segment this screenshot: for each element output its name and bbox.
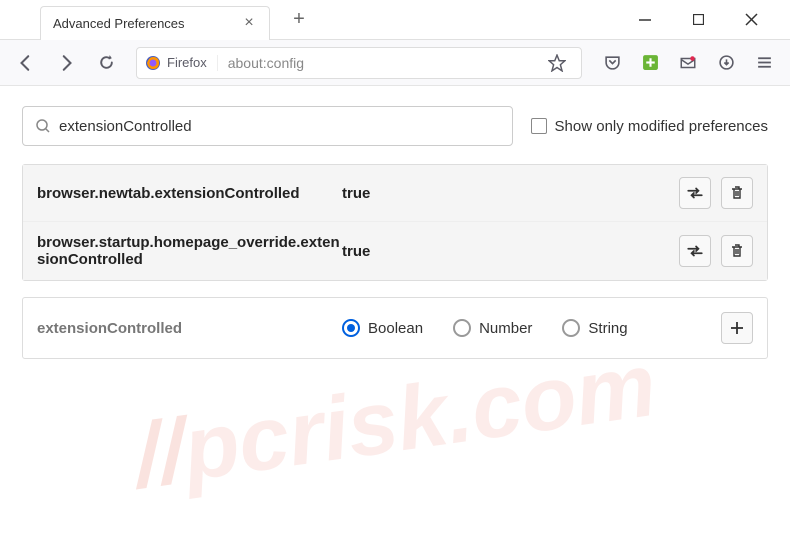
search-box[interactable]: [22, 106, 513, 146]
close-tab-icon[interactable]: ×: [241, 15, 257, 31]
close-window-button[interactable]: [737, 6, 765, 34]
delete-button[interactable]: [721, 177, 753, 209]
type-radio-group: Boolean Number String: [342, 319, 721, 337]
inbox-icon[interactable]: [672, 47, 704, 79]
app-menu-icon[interactable]: [748, 47, 780, 79]
pref-value: true: [342, 243, 679, 260]
pref-row: browser.newtab.extensionControlled true: [23, 165, 767, 222]
forward-button[interactable]: [50, 47, 82, 79]
pref-value: true: [342, 185, 679, 202]
radio-boolean[interactable]: Boolean: [342, 319, 423, 337]
radio-number[interactable]: Number: [453, 319, 532, 337]
preferences-table: browser.newtab.extensionControlled true …: [22, 164, 768, 281]
bookmark-star-icon[interactable]: [541, 47, 573, 79]
pref-name: browser.startup.homepage_override.extens…: [37, 234, 342, 268]
minimize-button[interactable]: [631, 6, 659, 34]
about-config-content: Show only modified preferences browser.n…: [0, 86, 790, 379]
radio-icon: [562, 319, 580, 337]
back-button[interactable]: [10, 47, 42, 79]
show-modified-checkbox[interactable]: [531, 118, 547, 134]
show-modified-checkbox-row[interactable]: Show only modified preferences: [531, 118, 768, 135]
new-tab-button[interactable]: +: [285, 6, 313, 34]
browser-tab[interactable]: Advanced Preferences ×: [40, 6, 270, 40]
radio-label: Number: [479, 320, 532, 337]
toolbar-actions: [596, 47, 780, 79]
downloads-icon[interactable]: [710, 47, 742, 79]
window-chrome: Advanced Preferences × +: [0, 0, 790, 40]
pocket-icon[interactable]: [596, 47, 628, 79]
add-button[interactable]: [721, 312, 753, 344]
search-icon: [35, 118, 51, 134]
reload-button[interactable]: [90, 47, 122, 79]
radio-icon: [453, 319, 471, 337]
identity-label: Firefox: [167, 55, 207, 70]
add-preference-row: extensionControlled Boolean Number Strin…: [22, 297, 768, 359]
pref-name: browser.newtab.extensionControlled: [37, 185, 342, 202]
pref-row: browser.startup.homepage_override.extens…: [23, 222, 767, 280]
window-controls: [631, 6, 790, 34]
url-text: about:config: [228, 55, 541, 71]
delete-button[interactable]: [721, 235, 753, 267]
toggle-button[interactable]: [679, 177, 711, 209]
show-modified-label: Show only modified preferences: [555, 118, 768, 135]
firefox-icon: [145, 55, 161, 71]
tab-title: Advanced Preferences: [53, 16, 241, 31]
toggle-button[interactable]: [679, 235, 711, 267]
browser-toolbar: Firefox about:config: [0, 40, 790, 86]
site-identity[interactable]: Firefox: [145, 55, 218, 71]
search-row: Show only modified preferences: [22, 106, 768, 146]
search-input[interactable]: [59, 118, 500, 135]
radio-label: String: [588, 320, 627, 337]
url-bar[interactable]: Firefox about:config: [136, 47, 582, 79]
radio-label: Boolean: [368, 320, 423, 337]
radio-icon: [342, 319, 360, 337]
extension-icon[interactable]: [634, 47, 666, 79]
add-pref-name: extensionControlled: [37, 320, 342, 337]
radio-string[interactable]: String: [562, 319, 627, 337]
maximize-button[interactable]: [684, 6, 712, 34]
